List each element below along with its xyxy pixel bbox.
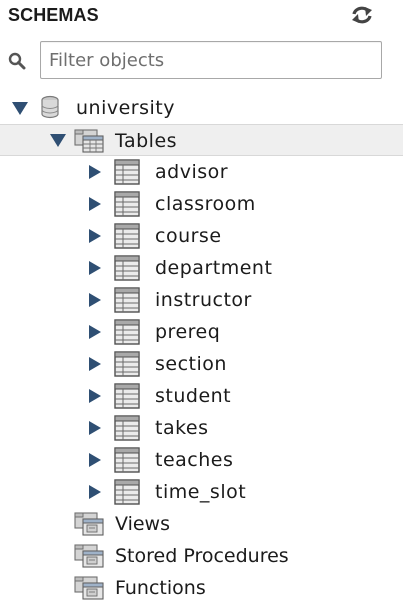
table-name: classroom xyxy=(155,193,256,215)
table-item-time_slot[interactable]: time_slot xyxy=(0,476,403,508)
table-name: department xyxy=(155,257,273,279)
table-item-department[interactable]: department xyxy=(0,252,403,284)
table-icon xyxy=(114,351,140,381)
table-item-student[interactable]: student xyxy=(0,380,403,412)
group-views-row[interactable]: Views xyxy=(0,508,403,540)
views-folder-icon xyxy=(74,510,104,540)
table-icon xyxy=(114,447,140,477)
tables-group-row[interactable]: Tables xyxy=(0,124,403,156)
table-icon xyxy=(114,287,140,317)
table-expand-arrow[interactable] xyxy=(89,325,101,339)
tables-expand-arrow[interactable] xyxy=(50,134,66,147)
table-name: takes xyxy=(155,417,209,439)
table-name: advisor xyxy=(155,161,229,183)
table-item-section[interactable]: section xyxy=(0,348,403,380)
table-expand-arrow[interactable] xyxy=(89,421,101,435)
table-item-course[interactable]: course xyxy=(0,220,403,252)
table-icon xyxy=(114,383,140,413)
table-icon xyxy=(114,415,140,445)
table-item-classroom[interactable]: classroom xyxy=(0,188,403,220)
table-expand-arrow[interactable] xyxy=(89,357,101,371)
group-label: Functions xyxy=(115,577,206,599)
table-expand-arrow[interactable] xyxy=(89,165,101,179)
table-item-prereq[interactable]: prereq xyxy=(0,316,403,348)
database-icon xyxy=(40,95,60,123)
table-icon xyxy=(114,159,140,189)
table-icon xyxy=(114,319,140,349)
schema-university-row[interactable]: university xyxy=(0,92,403,124)
table-name: teaches xyxy=(155,449,234,471)
table-expand-arrow[interactable] xyxy=(89,485,101,499)
tables-group-label: Tables xyxy=(115,130,178,152)
table-icon xyxy=(114,479,140,509)
table-expand-arrow[interactable] xyxy=(89,229,101,243)
table-icon xyxy=(114,255,140,285)
table-item-teaches[interactable]: teaches xyxy=(0,444,403,476)
table-item-advisor[interactable]: advisor xyxy=(0,156,403,188)
group-stored-procedures-row[interactable]: Stored Procedures xyxy=(0,540,403,572)
table-name: student xyxy=(155,385,232,407)
table-expand-arrow[interactable] xyxy=(89,453,101,467)
table-expand-arrow[interactable] xyxy=(89,197,101,211)
schema-tree: university Tables advisor classroom course de… xyxy=(0,0,403,609)
table-name: section xyxy=(155,353,227,375)
group-label: Views xyxy=(115,513,170,535)
schema-expand-arrow[interactable] xyxy=(12,102,28,115)
table-expand-arrow[interactable] xyxy=(89,389,101,403)
functions-folder-icon xyxy=(74,574,104,604)
tables-folder-icon xyxy=(74,127,104,157)
table-name: time_slot xyxy=(155,481,247,503)
table-icon xyxy=(114,191,140,221)
table-name: instructor xyxy=(155,289,252,311)
table-name: course xyxy=(155,225,222,247)
group-label: Stored Procedures xyxy=(115,545,289,567)
table-item-instructor[interactable]: instructor xyxy=(0,284,403,316)
table-icon xyxy=(114,223,140,253)
procedures-folder-icon xyxy=(74,542,104,572)
group-functions-row[interactable]: Functions xyxy=(0,572,403,604)
table-name: prereq xyxy=(155,321,221,343)
table-expand-arrow[interactable] xyxy=(89,293,101,307)
schema-name: university xyxy=(76,97,175,119)
table-item-takes[interactable]: takes xyxy=(0,412,403,444)
table-expand-arrow[interactable] xyxy=(89,261,101,275)
